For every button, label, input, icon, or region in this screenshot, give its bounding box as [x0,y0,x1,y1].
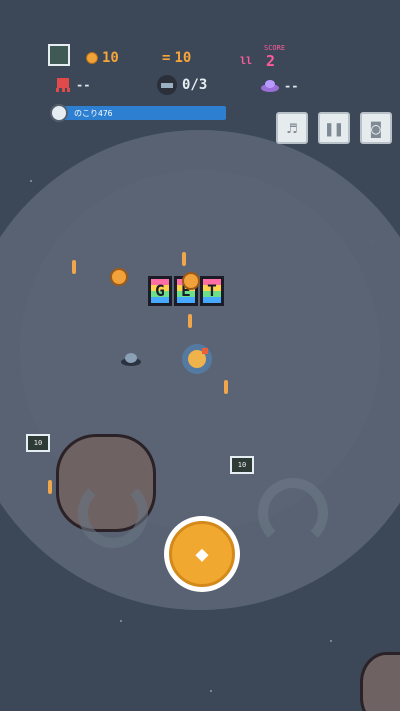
score-label: SCORE [264,44,286,52]
ammo-icon: = [162,50,171,66]
fire-button[interactable]: ◆ [164,516,240,592]
time-remaining-text: のこり476 [74,109,113,118]
music-button[interactable]: ♬ [276,112,308,144]
ufo-counter: 0/3 [156,74,207,96]
asteroid [360,652,400,711]
card-pickup-label: 10 [33,439,43,447]
ammo-count: 10 [174,50,192,66]
bullet [188,314,192,328]
floating-coin [110,268,128,286]
purple-ufo-icon [261,80,279,92]
pause-button[interactable]: ❚❚ [318,112,350,144]
coin-count: 10 [102,50,119,66]
card-icon [48,44,70,66]
red-octopus-icon [56,78,70,92]
red-enemy-count: -- [76,78,91,92]
bullet [182,252,186,266]
camera-icon: ◙ [371,118,381,138]
card-counter [48,44,70,66]
ufo-icon [157,75,177,95]
bullet [72,260,76,274]
floating-coin [182,272,200,290]
ufo-enemy [121,353,141,366]
clock-icon [50,104,68,122]
rotate-right-button[interactable] [258,478,328,548]
music-note-icon: ♬ [287,118,297,138]
bullet [48,480,52,494]
fire-icon: ◆ [169,521,235,587]
card-pickup: 10 [230,456,254,474]
purple-enemy-counter: -- [260,78,298,94]
ammo-counter: = 10 [162,50,191,66]
coin-counter: 10 [86,50,119,66]
coin-icon [86,52,98,64]
player-ship [182,344,212,374]
bullet [224,380,228,394]
score-value: 2 [266,52,276,70]
score-block: SCORE ll 2 [240,44,285,70]
purple-enemy-count: -- [284,79,299,93]
get-letter-t: T [200,276,224,306]
pause-icon: ❚❚ [324,118,344,138]
game-field: 10 = 10 SCORE ll 2 -- 0/3 -- のこり476 ♬ ❚❚… [0,0,400,711]
rotate-left-button[interactable] [78,478,148,548]
card-pickup-label: 10 [237,461,247,469]
score-icon: ll [240,55,253,67]
card-pickup: 10 [26,434,50,452]
get-letter-g: G [148,276,172,306]
ufo-progress: 0/3 [182,77,208,93]
red-enemy-counter: -- [54,76,90,94]
camera-button[interactable]: ◙ [360,112,392,144]
